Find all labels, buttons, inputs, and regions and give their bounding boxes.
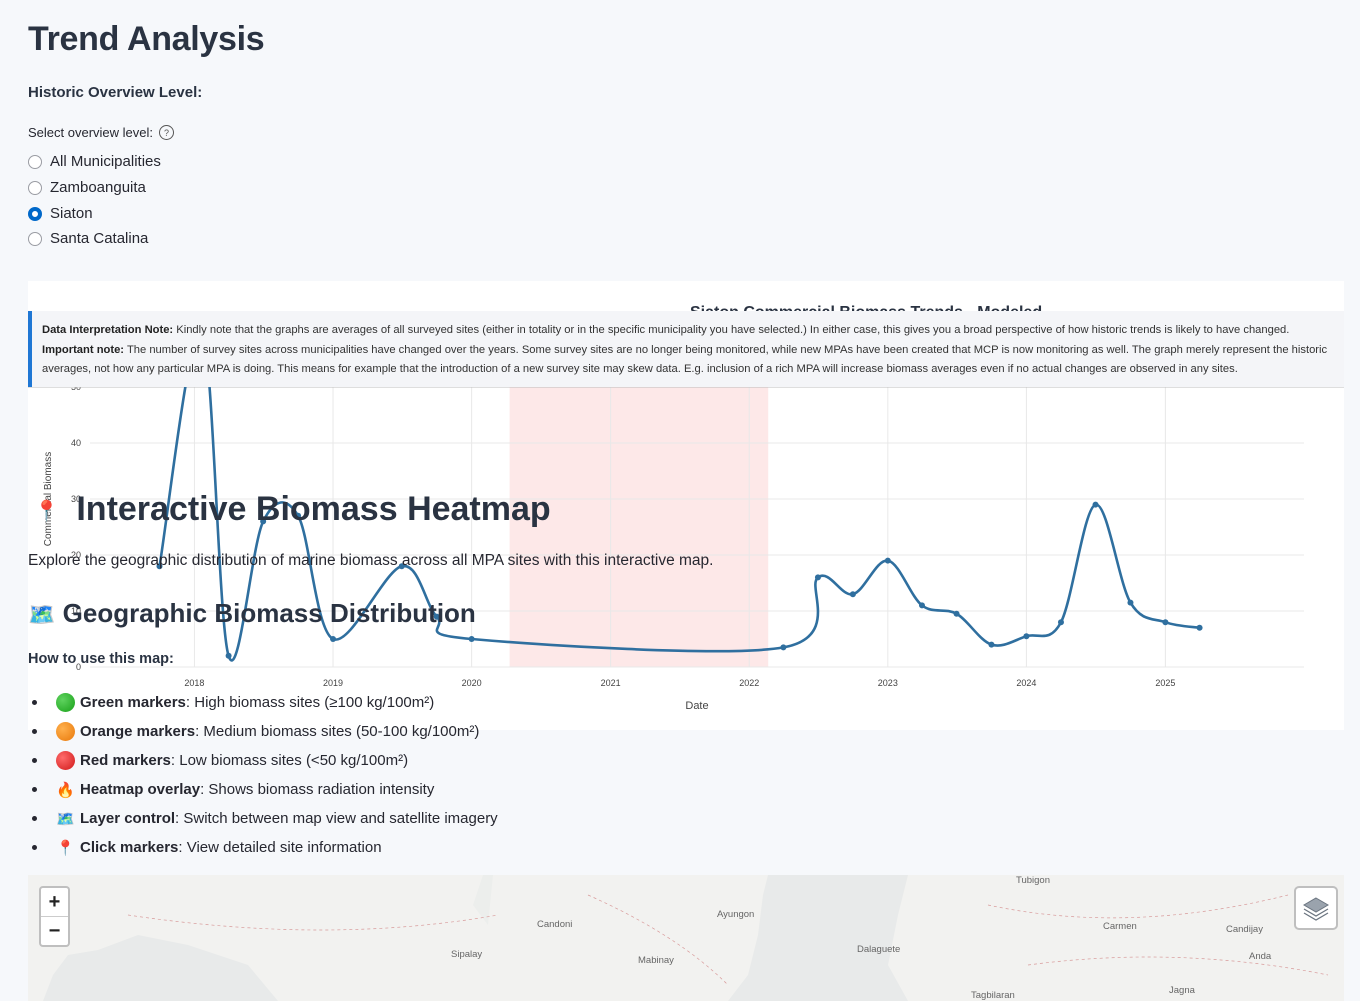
geographic-distribution-heading: 🗺️ Geographic Biomass Distribution <box>28 598 476 628</box>
data-point <box>1057 619 1064 626</box>
x-tick-label: 2025 <box>1155 678 1175 688</box>
x-axis-label: Date <box>685 700 708 712</box>
data-point <box>849 591 856 598</box>
radio-circle[interactable] <box>28 180 42 195</box>
map-label: Sipalay <box>451 949 483 960</box>
data-point <box>1127 599 1134 606</box>
list-item: Red markers: Low biomass sites (<50 kg/1… <box>28 746 498 775</box>
data-point <box>884 557 891 564</box>
biomass-intro: Explore the geographic distribution of m… <box>28 552 714 569</box>
data-point <box>330 636 337 642</box>
radio-circle-selected[interactable] <box>28 206 42 221</box>
data-point <box>1092 501 1099 508</box>
biomass-map[interactable]: Tubigon Ayungon Candoni Carmen Candijay … <box>28 875 1344 1001</box>
x-tick-label: 2019 <box>323 678 343 688</box>
map-label: Dalaguete <box>857 944 901 955</box>
data-point <box>780 644 787 651</box>
map-land-shapes <box>28 875 1344 1001</box>
map-label: Candoni <box>537 919 573 930</box>
red-circle-icon <box>56 751 75 770</box>
x-tick-label: 2020 <box>462 678 482 688</box>
layer-control-button[interactable] <box>1294 886 1338 930</box>
page-title: Trend Analysis <box>28 20 265 58</box>
radio-circle[interactable] <box>28 154 42 169</box>
map-label: Carmen <box>1103 921 1137 932</box>
list-item: Green markers: High biomass sites (≥100 … <box>28 688 498 717</box>
map-legend-list: Green markers: High biomass sites (≥100 … <box>28 688 498 862</box>
data-point <box>225 652 232 659</box>
zoom-out-button[interactable]: − <box>41 917 68 945</box>
overview-radio-label: Select overview level: ? <box>28 125 174 140</box>
data-point <box>814 574 821 581</box>
data-point <box>918 602 925 609</box>
chart-title: Siaton Commercial Biomass Trends - Model… <box>690 303 1070 311</box>
map-label: Tubigon <box>1016 875 1050 886</box>
list-item: 🗺️ Layer control: Switch between map view… <box>28 804 498 833</box>
data-point <box>953 610 960 617</box>
x-tick-label: 2018 <box>184 678 204 688</box>
help-icon[interactable]: ? <box>159 125 174 140</box>
pin-icon: 📍 <box>56 839 75 857</box>
zoom-in-button[interactable]: + <box>41 888 68 917</box>
map-label: Mabinay <box>638 955 674 966</box>
how-to-heading: How to use this map: <box>28 651 174 667</box>
radio-circle[interactable] <box>28 231 42 246</box>
data-point <box>988 641 995 648</box>
y-tick-label: 40 <box>71 438 81 448</box>
map-label: Anda <box>1249 951 1272 962</box>
data-point <box>468 636 475 642</box>
radio-option-all-municipalities[interactable]: All Municipalities <box>28 153 161 170</box>
x-tick-label: 2021 <box>601 678 621 688</box>
radio-option-zamboanguita[interactable]: Zamboanguita <box>28 179 146 196</box>
data-point <box>1196 624 1203 631</box>
radio-option-santa-catalina[interactable]: Santa Catalina <box>28 230 148 247</box>
map-label: Candijay <box>1226 924 1263 935</box>
list-item: 📍 Click markers: View detailed site infor… <box>28 833 498 862</box>
zoom-control: + − <box>39 886 70 947</box>
map-label: Jagna <box>1169 985 1195 996</box>
data-point <box>1162 619 1169 626</box>
map-label: Ayungon <box>717 909 755 920</box>
list-item: 🔥 Heatmap overlay: Shows biomass radiatio… <box>28 775 498 804</box>
map-label: Tagbilaran <box>971 990 1015 1001</box>
world-map-icon: 🗺️ <box>56 810 75 828</box>
pin-icon: 📍 <box>34 500 59 523</box>
x-tick-label: 2022 <box>739 678 759 688</box>
x-tick-label: 2023 <box>878 678 898 688</box>
fire-icon: 🔥 <box>56 781 75 799</box>
world-map-icon: 🗺️ <box>28 602 56 627</box>
orange-circle-icon <box>56 722 75 741</box>
x-tick-label: 2024 <box>1016 678 1036 688</box>
green-circle-icon <box>56 693 75 712</box>
overview-heading: Historic Overview Level: <box>28 84 203 101</box>
data-interpretation-note: Data Interpretation Note: Kindly note th… <box>28 311 1344 387</box>
layers-icon <box>1303 897 1329 921</box>
biomass-heatmap-heading: 📍 Interactive Biomass Heatmap <box>34 490 551 528</box>
radio-option-siaton[interactable]: Siaton <box>28 205 93 222</box>
data-point <box>1023 633 1030 640</box>
list-item: Orange markers: Medium biomass sites (50… <box>28 717 498 746</box>
